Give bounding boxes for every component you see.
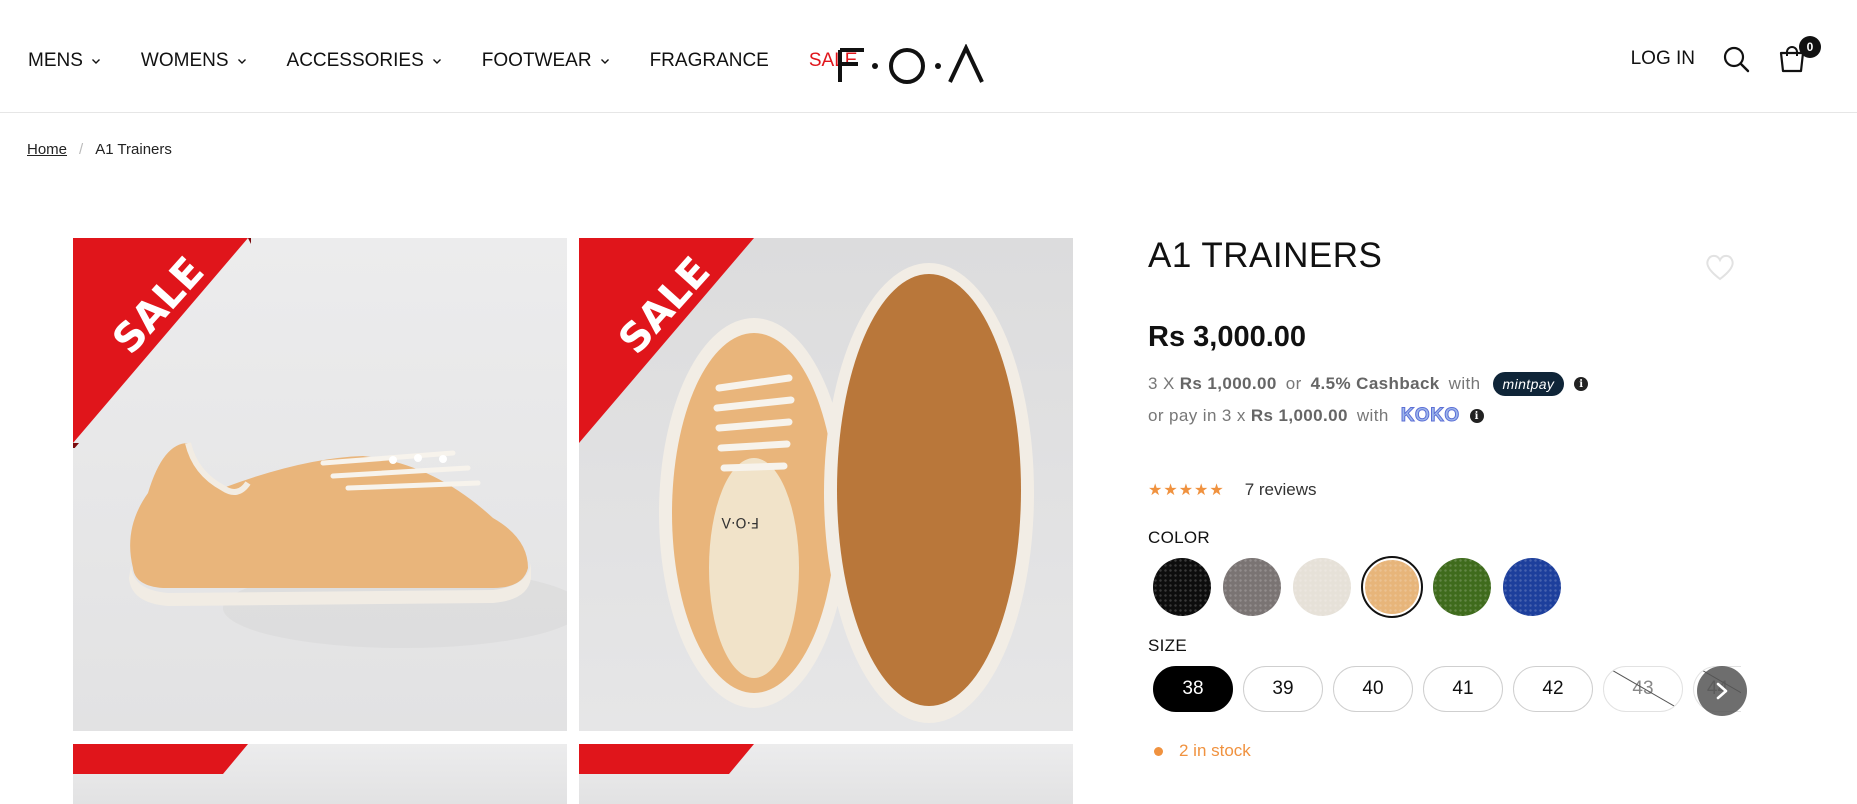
product-title: A1 TRAINERS <box>1148 236 1383 275</box>
koko-logo[interactable]: KOKO <box>1400 405 1460 427</box>
installment-amount: Rs 1,000.00 <box>1250 406 1348 425</box>
mintpay-logo[interactable]: mintpay <box>1492 372 1565 396</box>
info-icon[interactable]: i <box>1574 377 1589 391</box>
installment-with: with <box>1356 406 1389 425</box>
chevron-down-icon <box>600 59 609 64</box>
stock-dot <box>1154 746 1163 756</box>
size-next-button[interactable] <box>1697 666 1747 716</box>
breadcrumb-home-link[interactable]: Home <box>27 141 67 158</box>
size-options: 38 39 40 41 42 43 44 <box>1153 666 1751 712</box>
main-nav: MENS WOMENS ACCESSORIES FOOTWEAR FRAGRAN… <box>28 50 887 72</box>
nav-item-fragrance[interactable]: FRAGRANCE <box>650 50 769 72</box>
product-image-top[interactable]: F·O·Λ SALE <box>579 238 1073 731</box>
rating-stars: ★★★★★ <box>1148 482 1225 499</box>
reviews-link[interactable]: 7 reviews <box>1245 480 1317 500</box>
login-link[interactable]: LOG IN <box>1631 48 1695 70</box>
size-option[interactable]: 43 <box>1603 666 1683 712</box>
product-image-3[interactable] <box>73 744 567 804</box>
nav-item-label: FRAGRANCE <box>649 50 769 71</box>
info-icon[interactable]: i <box>1469 409 1484 423</box>
foa-logo[interactable] <box>838 44 984 84</box>
koko-installment: or pay in 3 x Rs 1,000.00 with KOKO i <box>1148 405 1484 427</box>
breadcrumb: Home / A1 Trainers <box>27 141 172 158</box>
color-swatch-cream[interactable] <box>1293 558 1351 616</box>
cart-button[interactable]: 0 <box>1777 36 1821 74</box>
size-option[interactable]: 39 <box>1243 666 1323 712</box>
sale-ribbon <box>73 744 248 774</box>
color-label: COLOR <box>1148 528 1210 547</box>
cart-count-badge: 0 <box>1799 36 1821 58</box>
installment-prefix: 3 X <box>1148 374 1175 393</box>
size-label: SIZE <box>1148 636 1187 655</box>
chevron-down-icon <box>91 59 100 64</box>
size-option[interactable]: 38 <box>1153 666 1233 712</box>
wishlist-heart-icon[interactable] <box>1704 252 1736 282</box>
search-icon <box>1723 46 1750 73</box>
nav-item-footwear[interactable]: FOOTWEAR <box>482 50 610 72</box>
breadcrumb-current: A1 Trainers <box>95 141 172 158</box>
svg-text:F·O·Λ: F·O·Λ <box>721 514 759 530</box>
cashback-text: 4.5% Cashback <box>1310 374 1440 393</box>
sale-ribbon: SALE <box>579 238 754 443</box>
nav-item-label: ACCESSORIES <box>286 50 424 71</box>
nav-item-womens[interactable]: WOMENS <box>141 50 247 72</box>
color-swatch-tan[interactable] <box>1361 556 1423 618</box>
nav-item-accessories[interactable]: ACCESSORIES <box>287 50 442 72</box>
color-swatch-green[interactable] <box>1433 558 1491 616</box>
search-button[interactable] <box>1721 44 1751 74</box>
product-rating: ★★★★★ 7 reviews <box>1148 480 1317 500</box>
nav-item-label: MENS <box>28 50 83 71</box>
size-option[interactable]: 41 <box>1423 666 1503 712</box>
sale-ribbon: SALE <box>73 238 251 448</box>
nav-item-mens[interactable]: MENS <box>28 50 101 72</box>
color-swatches <box>1153 556 1573 618</box>
color-swatch-blue[interactable] <box>1503 558 1561 616</box>
nav-item-label: WOMENS <box>140 50 229 71</box>
color-swatch-black[interactable] <box>1153 558 1211 616</box>
chevron-right-icon <box>1716 682 1728 700</box>
product-image-4[interactable] <box>579 744 1073 804</box>
size-option[interactable]: 40 <box>1333 666 1413 712</box>
color-swatch-grey[interactable] <box>1223 558 1281 616</box>
installment-or: or <box>1285 374 1302 393</box>
installment-prefix: or pay in 3 x <box>1148 406 1246 425</box>
sale-ribbon <box>579 744 754 774</box>
mintpay-installment: 3 X Rs 1,000.00 or 4.5% Cashback with mi… <box>1148 372 1589 396</box>
header-actions: LOG IN 0 <box>1631 36 1821 74</box>
stock-status: 2 in stock <box>1154 741 1251 761</box>
nav-item-label: FOOTWEAR <box>481 50 592 71</box>
chevron-down-icon <box>237 59 246 64</box>
product-price: Rs 3,000.00 <box>1148 321 1307 353</box>
chevron-down-icon <box>432 59 441 64</box>
installment-with: with <box>1448 374 1481 393</box>
stock-text: 2 in stock <box>1179 741 1251 760</box>
site-header: MENS WOMENS ACCESSORIES FOOTWEAR FRAGRAN… <box>0 0 1857 113</box>
breadcrumb-separator: / <box>79 141 84 158</box>
installment-amount: Rs 1,000.00 <box>1179 374 1277 393</box>
size-option[interactable]: 42 <box>1513 666 1593 712</box>
product-image-side[interactable]: SALE <box>73 238 567 731</box>
